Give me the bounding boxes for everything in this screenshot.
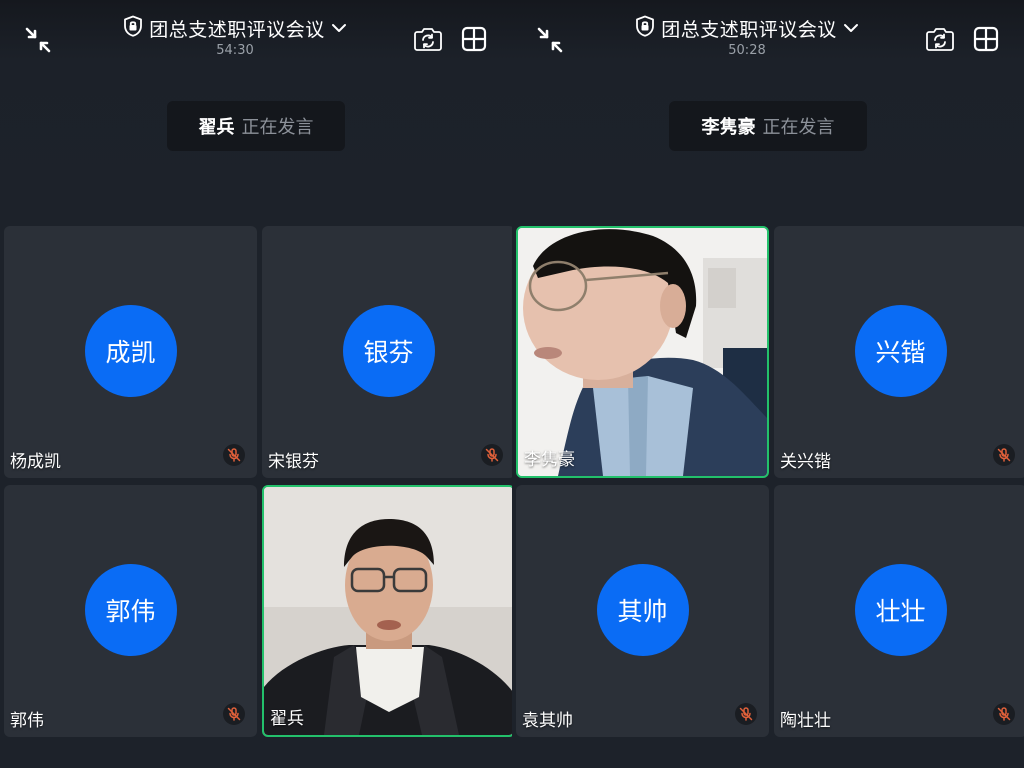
participant-name: 郭伟: [10, 711, 44, 731]
shield-lock-icon: [123, 15, 143, 41]
mic-off-icon: [993, 444, 1015, 466]
top-bar: 团总支述职评议会议 50:28: [512, 0, 1024, 72]
mic-off-icon: [993, 703, 1015, 725]
mic-off-icon: [223, 444, 245, 466]
active-speaker-indicator: 李隽豪 正在发言: [669, 101, 867, 151]
avatar: 银芬: [342, 305, 435, 397]
meeting-title: 团总支述职评议会议: [149, 18, 325, 41]
speaker-status: 正在发言: [241, 117, 314, 138]
meeting-title-area[interactable]: 团总支述职评议会议 54:30: [100, 14, 370, 58]
chevron-down-icon[interactable]: [331, 19, 347, 38]
participant-name: 关兴锴: [780, 452, 831, 472]
speaker-name: 李隽豪: [701, 117, 756, 138]
participant-name: 陶壮壮: [780, 711, 831, 731]
participant-name: 李隽豪: [524, 450, 575, 470]
participant-name: 杨成凯: [10, 452, 61, 472]
exit-fullscreen-icon[interactable]: [532, 22, 568, 58]
meeting-screen-right: 团总支述职评议会议 50:28 李隽豪 正在发言 李隽豪 兴锴 关兴锴 其帅 袁…: [512, 0, 1024, 768]
participant-tile[interactable]: 银芬 宋银芬: [262, 226, 512, 478]
participant-name: 宋银芬: [268, 452, 319, 472]
top-bar: 团总支述职评议会议 54:30: [0, 0, 512, 72]
mic-off-icon: [481, 444, 503, 466]
participant-video: [518, 228, 767, 476]
meeting-timer: 50:28: [728, 43, 766, 58]
avatar: 兴锴: [854, 305, 947, 397]
participant-video: [264, 487, 512, 735]
meeting-title: 团总支述职评议会议: [661, 18, 837, 41]
meeting-screen-left: 团总支述职评议会议 54:30 翟兵 正在发言 成凯 杨成凯 银芬 宋银芬 郭伟…: [0, 0, 512, 768]
camera-switch-icon[interactable]: [922, 22, 958, 56]
avatar: 其帅: [596, 564, 689, 656]
speaker-status: 正在发言: [762, 117, 835, 138]
grid-layout-icon[interactable]: [456, 22, 492, 56]
exit-fullscreen-icon[interactable]: [20, 22, 56, 58]
chevron-down-icon[interactable]: [843, 19, 859, 38]
avatar: 成凯: [84, 305, 177, 397]
grid-layout-icon[interactable]: [968, 22, 1004, 56]
participant-tile[interactable]: 兴锴 关兴锴: [774, 226, 1024, 478]
participant-tile[interactable]: 其帅 袁其帅: [516, 485, 769, 737]
participant-tile[interactable]: 成凯 杨成凯: [4, 226, 257, 478]
avatar: 郭伟: [84, 564, 177, 656]
mic-off-icon: [223, 703, 245, 725]
speaker-name: 翟兵: [198, 117, 235, 138]
participant-video-tile[interactable]: 李隽豪: [516, 226, 769, 478]
avatar: 壮壮: [854, 564, 947, 656]
meeting-title-area[interactable]: 团总支述职评议会议 50:28: [612, 14, 882, 58]
participant-name: 翟兵: [270, 709, 304, 729]
participant-tile[interactable]: 郭伟 郭伟: [4, 485, 257, 737]
shield-lock-icon: [635, 15, 655, 41]
mic-off-icon: [735, 703, 757, 725]
meeting-timer: 54:30: [216, 43, 254, 58]
participant-tile[interactable]: 壮壮 陶壮壮: [774, 485, 1024, 737]
camera-switch-icon[interactable]: [410, 22, 446, 56]
participant-video-tile[interactable]: 翟兵: [262, 485, 512, 737]
active-speaker-indicator: 翟兵 正在发言: [167, 101, 345, 151]
participant-name: 袁其帅: [522, 711, 573, 731]
